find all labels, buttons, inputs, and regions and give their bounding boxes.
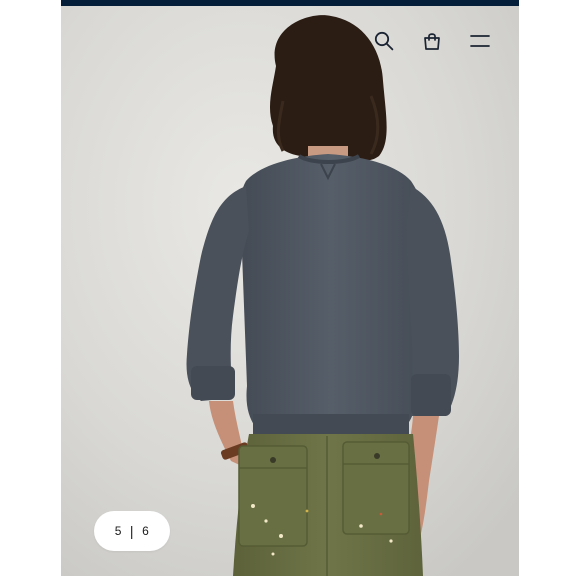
shopping-bag-icon[interactable] (421, 30, 443, 52)
menu-icon[interactable] (469, 30, 491, 52)
product-photo (61, 6, 519, 576)
counter-separator: | (129, 523, 135, 539)
product-image-viewer[interactable]: 5 | 6 (61, 0, 519, 576)
header-icons (373, 30, 491, 52)
total-image-count: 6 (142, 524, 150, 538)
current-image-number: 5 (114, 524, 122, 538)
image-counter: 5 | 6 (94, 511, 170, 551)
search-icon[interactable] (373, 30, 395, 52)
